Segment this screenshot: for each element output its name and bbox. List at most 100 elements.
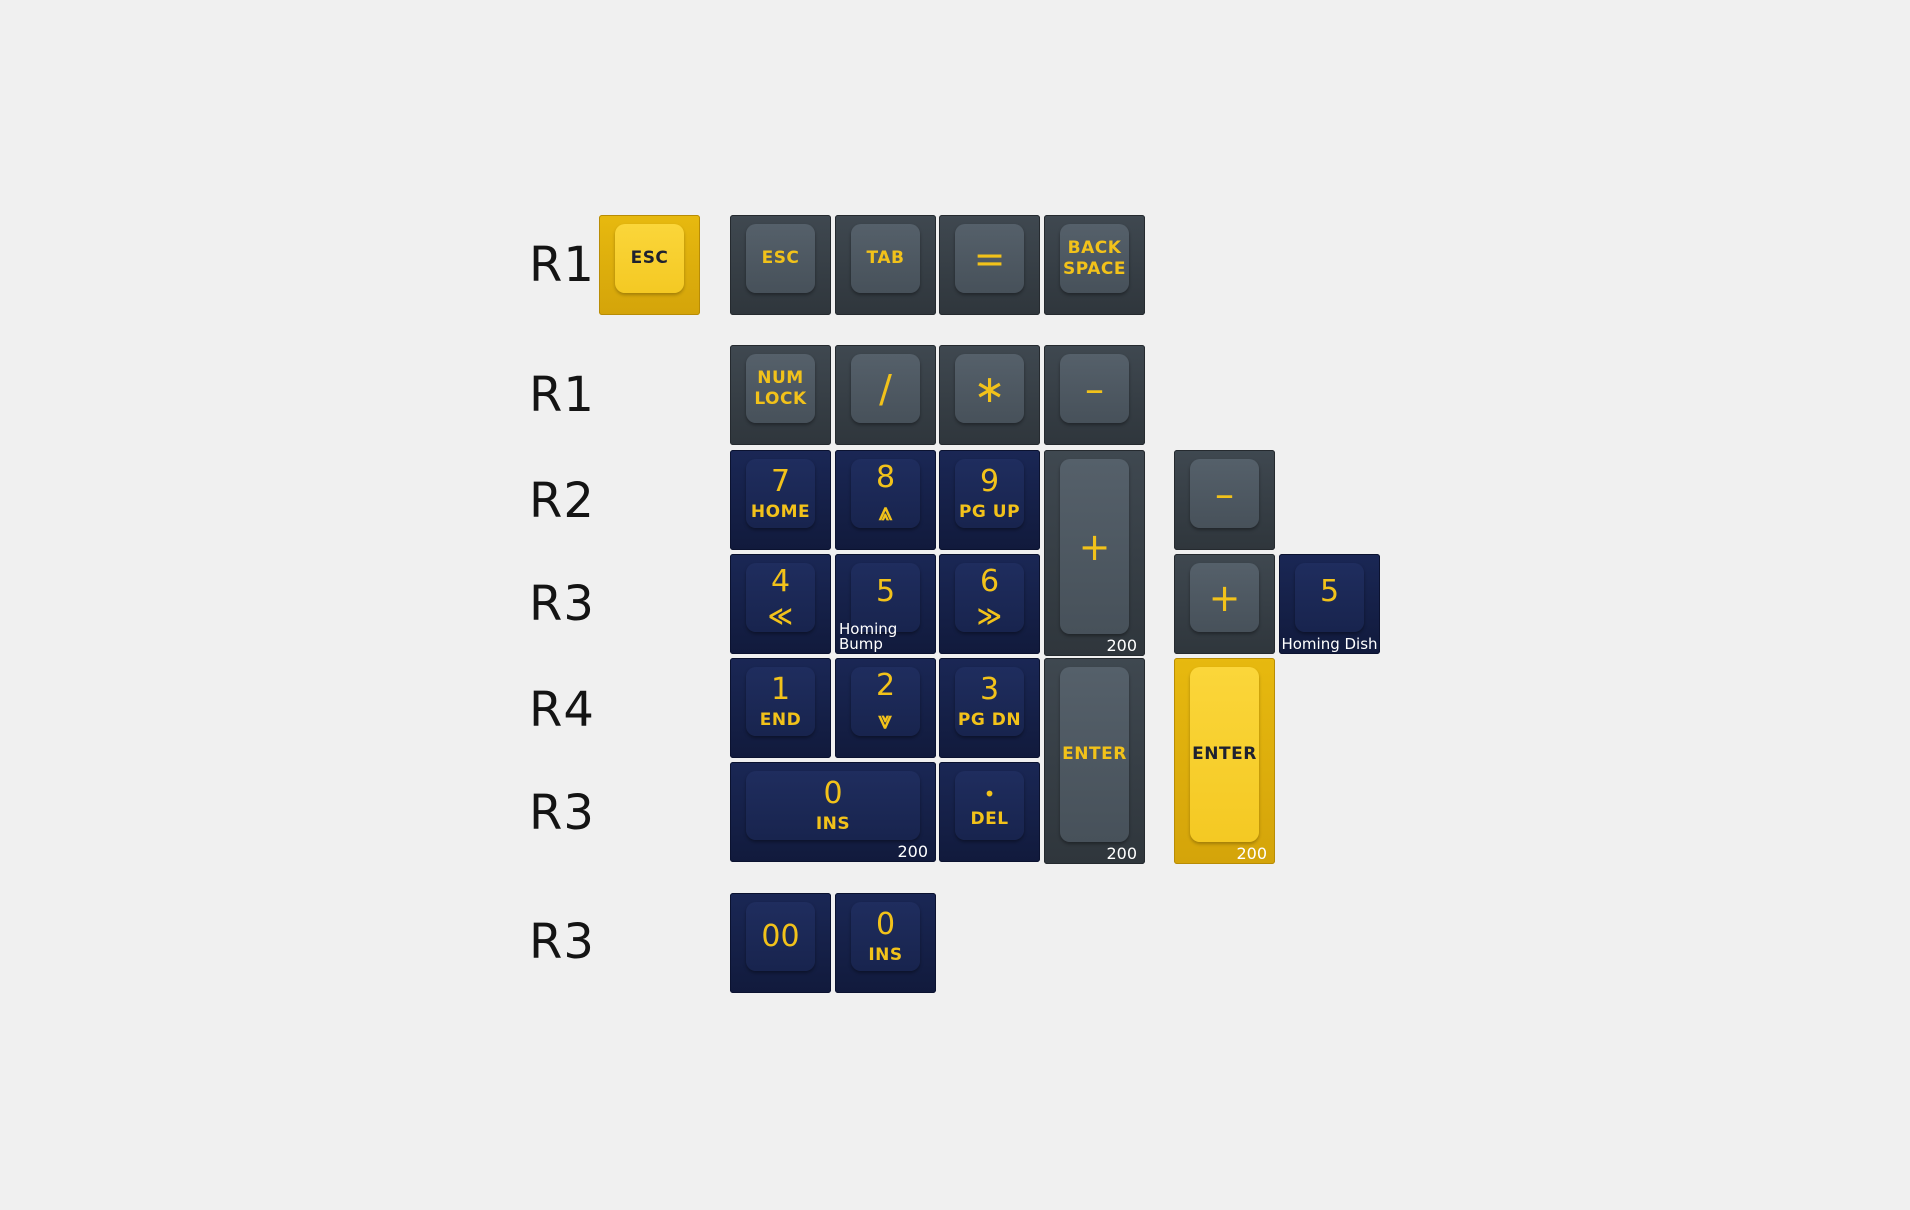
keycap-top: ESC	[746, 224, 815, 293]
key-legend: ENTER	[1192, 744, 1257, 764]
minus-key[interactable]: –	[1044, 345, 1145, 445]
key-legend: TAB	[866, 248, 905, 268]
num5-homing-bump-key[interactable]: 5 Homing Bump	[835, 554, 936, 654]
keycap-top: 9 PG UP	[955, 459, 1024, 528]
key-legend-secondary: PG DN	[957, 709, 1022, 730]
key-legend-line1: BACK	[1067, 237, 1122, 258]
asterisk-key[interactable]: ∗	[939, 345, 1040, 445]
key-legend-primary: •	[983, 781, 996, 806]
num0-wide-key[interactable]: 0 INS 200	[730, 762, 936, 862]
num5-homing-dish-key[interactable]: 5 Homing Dish	[1279, 554, 1380, 654]
plus-tall-key[interactable]: + 200	[1044, 450, 1145, 656]
keycap-top: NUM LOCK	[746, 354, 815, 423]
key-legend: ESC	[761, 248, 800, 268]
key-legend-primary: 1	[770, 671, 791, 707]
numlock-key[interactable]: NUM LOCK	[730, 345, 831, 445]
num4-left-key[interactable]: 4 ≪	[730, 554, 831, 654]
key-legend-primary: 0	[875, 906, 896, 942]
homing-bump-note: Homing Bump	[839, 620, 898, 653]
keycap-top: –	[1060, 354, 1129, 423]
key-legend: /	[879, 366, 892, 411]
key-legend: ESC	[630, 248, 669, 268]
keycap-top: +	[1190, 563, 1259, 632]
enter-yellow-key[interactable]: ENTER 200	[1174, 658, 1275, 864]
key-legend-secondary: PG UP	[958, 501, 1021, 522]
num0-ins-key[interactable]: 0 INS	[835, 893, 936, 993]
key-legend: –	[1215, 471, 1234, 516]
key-legend-primary: 4	[770, 564, 791, 599]
key-legend-line2: SPACE	[1063, 258, 1126, 279]
keycap-top: 0 INS	[746, 771, 920, 840]
keycap-top: 0 INS	[851, 902, 920, 971]
row-label-r1: R1	[529, 367, 595, 423]
slash-key[interactable]: /	[835, 345, 936, 445]
key-legend: ∗	[973, 366, 1006, 411]
esc-key-yellow[interactable]: ESC	[599, 215, 700, 315]
num1-end-key[interactable]: 1 END	[730, 658, 831, 758]
plus-extra-key[interactable]: +	[1174, 554, 1275, 654]
minus-extra-key[interactable]: –	[1174, 450, 1275, 550]
keycap-top: 8 ⩓	[851, 459, 920, 528]
keycap-top: TAB	[851, 224, 920, 293]
keycap-top: 7 HOME	[746, 459, 815, 528]
keycap-top: 4 ≪	[746, 563, 815, 632]
key-legend: –	[1085, 366, 1104, 411]
up-arrow-icon: ⩓	[878, 498, 893, 526]
backspace-key[interactable]: BACK SPACE	[1044, 215, 1145, 315]
key-legend-line1: NUM	[757, 367, 804, 388]
row-label-r2: R2	[529, 473, 595, 529]
dot-del-key[interactable]: • DEL	[939, 762, 1040, 862]
num2-down-key[interactable]: 2 ⩔	[835, 658, 936, 758]
right-arrow-icon: ≫	[976, 602, 1003, 630]
key-legend: +	[1208, 575, 1241, 620]
tab-key[interactable]: TAB	[835, 215, 936, 315]
key-legend-secondary: INS	[868, 944, 903, 965]
keycap-top: 1 END	[746, 667, 815, 736]
key-legend-secondary: HOME	[750, 501, 811, 522]
keycap-top: ESC	[615, 224, 684, 293]
key-legend-primary: 7	[770, 463, 791, 499]
num9-pgup-key[interactable]: 9 PG UP	[939, 450, 1040, 550]
key-legend: +	[1078, 524, 1111, 569]
homing-dish-note: Homing Dish	[1281, 635, 1378, 653]
enter-gray-key[interactable]: ENTER 200	[1044, 658, 1145, 864]
keycap-top: ENTER	[1190, 667, 1259, 842]
row-label-r1-top: R1	[529, 237, 595, 293]
num8-up-key[interactable]: 8 ⩓	[835, 450, 936, 550]
keycap-top: ∗	[955, 354, 1024, 423]
num6-right-key[interactable]: 6 ≫	[939, 554, 1040, 654]
key-legend-secondary: INS	[815, 813, 851, 834]
key-legend-primary: 3	[979, 671, 1000, 707]
key-legend-secondary: END	[759, 709, 802, 730]
keycap-set-layout: R1 R1 R2 R3 R4 R3 R3 ESC ESC TAB = BACK …	[0, 0, 1910, 1210]
keycap-top: +	[1060, 459, 1129, 634]
keycap-top: BACK SPACE	[1060, 224, 1129, 293]
keycap-top: /	[851, 354, 920, 423]
num3-pgdn-key[interactable]: 3 PG DN	[939, 658, 1040, 758]
key-legend-primary: 9	[979, 463, 1000, 499]
key-legend-primary: 6	[979, 564, 1000, 599]
key-legend-primary: 2	[875, 668, 896, 703]
key-legend-primary: 0	[823, 775, 843, 811]
key-legend-primary: 00	[761, 918, 800, 954]
key-legend-primary: 8	[875, 460, 896, 495]
key-legend: =	[973, 236, 1006, 281]
num00-key[interactable]: 00	[730, 893, 831, 993]
key-legend: ENTER	[1062, 744, 1127, 764]
row-label-r4: R4	[529, 682, 595, 738]
keycap-top: 5	[1295, 563, 1364, 632]
size-note: 200	[897, 842, 928, 861]
keycap-top: 2 ⩔	[851, 667, 920, 736]
equals-key[interactable]: =	[939, 215, 1040, 315]
size-note: 200	[1106, 844, 1137, 863]
num7-home-key[interactable]: 7 HOME	[730, 450, 831, 550]
key-legend-line2: LOCK	[754, 388, 807, 409]
key-legend-secondary: DEL	[970, 808, 1009, 829]
row-label-r3-b: R3	[529, 785, 595, 841]
keycap-top: 3 PG DN	[955, 667, 1024, 736]
row-label-r3-a: R3	[529, 576, 595, 632]
keycap-top: 6 ≫	[955, 563, 1024, 632]
esc-key[interactable]: ESC	[730, 215, 831, 315]
row-label-r3-c: R3	[529, 914, 595, 970]
keycap-top: • DEL	[955, 771, 1024, 840]
